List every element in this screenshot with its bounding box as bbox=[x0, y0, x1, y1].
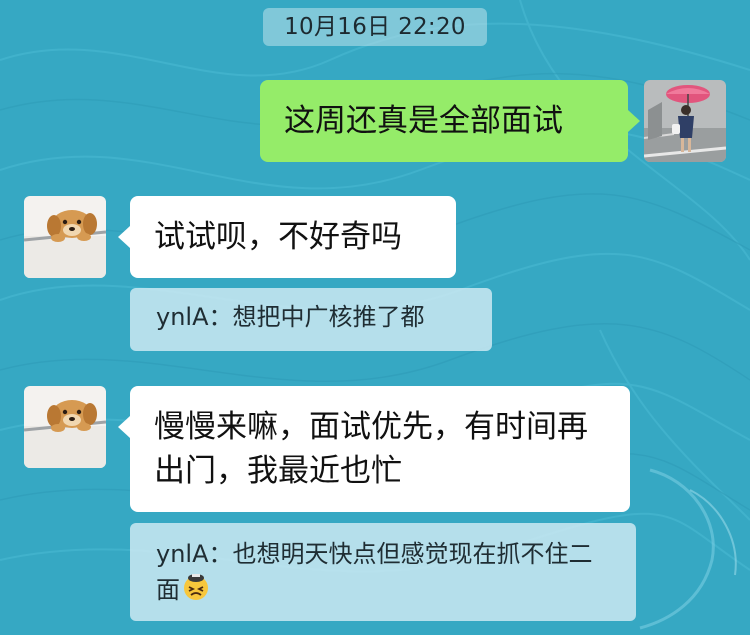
contact-avatar[interactable] bbox=[24, 386, 106, 468]
tired-face-emoji-icon bbox=[181, 572, 211, 602]
umbrella-person-photo bbox=[644, 80, 726, 162]
message-timestamp: 10月16日 22:20 bbox=[263, 8, 487, 46]
my-avatar[interactable] bbox=[644, 80, 726, 162]
puppy-photo bbox=[24, 386, 106, 468]
incoming-message-bubble[interactable]: 试试呗，不好奇吗 bbox=[118, 196, 456, 278]
outgoing-message-bubble[interactable]: 这周还真是全部面试 bbox=[260, 80, 640, 162]
quoted-reply[interactable]: ynlA：也想明天快点但感觉现在抓不住二面 bbox=[130, 523, 636, 621]
quoted-reply[interactable]: ynlA：想把中广核推了都 bbox=[130, 288, 492, 351]
puppy-photo bbox=[24, 196, 106, 278]
incoming-message-bubble[interactable]: 慢慢来嘛，面试优先，有时间再出门，我最近也忙 bbox=[118, 386, 630, 512]
quoted-reply-text: ynlA：也想明天快点但感觉现在抓不住二面 bbox=[156, 540, 593, 604]
contact-avatar[interactable] bbox=[24, 196, 106, 278]
